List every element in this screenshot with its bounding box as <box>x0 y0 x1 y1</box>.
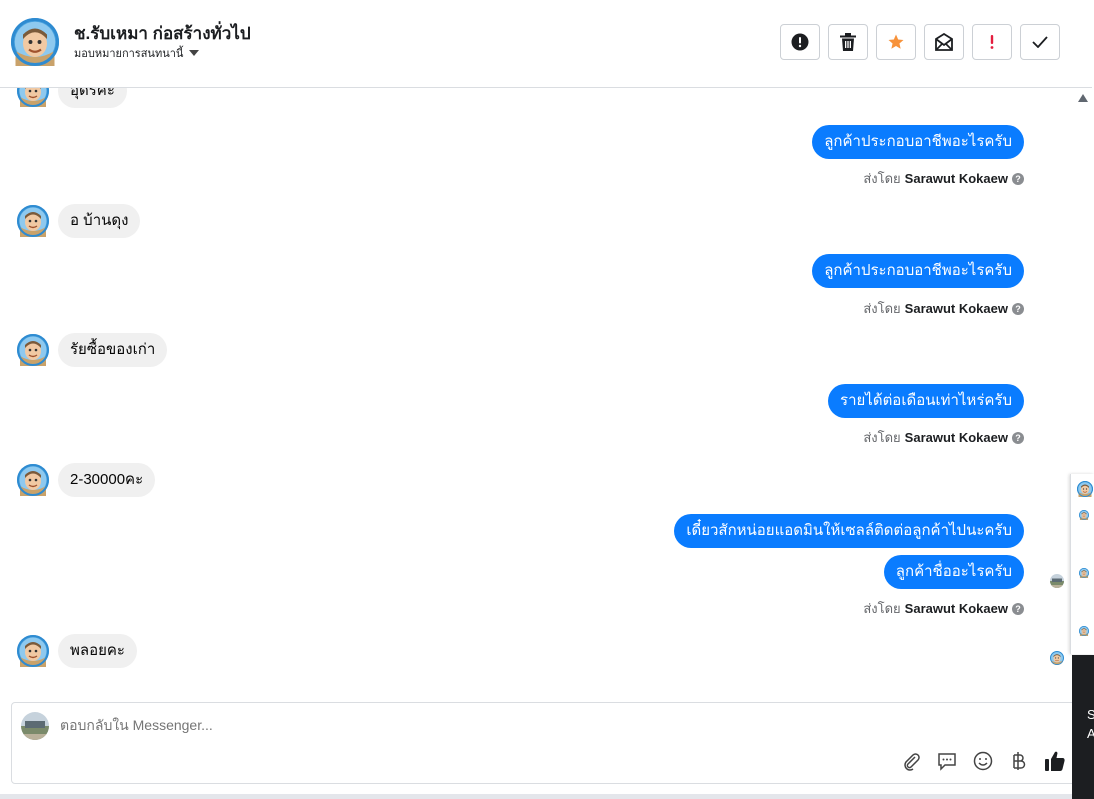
sent-by-prefix: ส่งโดย <box>863 171 901 186</box>
panel-avatar <box>1077 481 1093 497</box>
composer-actions <box>900 750 1066 772</box>
help-icon[interactable]: ? <box>1012 172 1024 185</box>
emoji-button[interactable] <box>972 750 994 772</box>
sent-by-label: ส่งโดย Sarawut Kokaew ? <box>863 298 1024 319</box>
popup-text-1: S <box>1087 707 1094 722</box>
exclamation-circle-icon <box>791 33 809 51</box>
incoming-message[interactable]: อ บ้านดุง <box>58 204 141 238</box>
sent-by-prefix: ส่งโดย <box>863 601 901 616</box>
scroll-up-arrow-icon[interactable] <box>1078 94 1088 102</box>
outgoing-message[interactable]: ลูกค้าชื่ออะไรครับ <box>883 555 1024 589</box>
help-icon[interactable]: ? <box>1012 431 1024 444</box>
emoji-icon <box>973 751 993 771</box>
panel-avatar <box>1079 626 1089 636</box>
contact-avatar-small <box>17 635 49 667</box>
contact-avatar-small <box>17 88 49 107</box>
payment-button[interactable] <box>1008 750 1030 772</box>
conversation-header: ช.รับเหมา ก่อสร้างทั่วไป มอบหมายการสนทนา… <box>0 0 1092 88</box>
delete-button[interactable] <box>828 24 868 60</box>
panel-avatar <box>1079 568 1089 578</box>
report-spam-button[interactable] <box>780 24 820 60</box>
envelope-icon <box>935 33 953 51</box>
help-icon[interactable]: ? <box>1012 602 1024 615</box>
sent-by-prefix: ส่งโดย <box>863 430 901 445</box>
caret-down-icon <box>189 50 200 56</box>
seen-avatar <box>1050 574 1064 588</box>
message-row-incoming: พลอยคะ <box>17 634 137 668</box>
like-icon <box>1045 751 1065 771</box>
like-button[interactable] <box>1044 750 1066 772</box>
sent-by-label: ส่งโดย Sarawut Kokaew ? <box>863 427 1024 448</box>
notification-popup-cropped[interactable]: S A <box>1072 655 1094 799</box>
side-panel-cropped <box>1070 474 1094 654</box>
header-toolbar <box>780 24 1060 60</box>
sent-by-label: ส่งโดย Sarawut Kokaew ? <box>863 598 1024 619</box>
help-icon[interactable]: ? <box>1012 302 1024 315</box>
check-icon <box>1032 36 1048 48</box>
incoming-message[interactable]: พลอยคะ <box>58 634 137 668</box>
trash-icon <box>840 33 856 51</box>
contact-avatar-small <box>17 205 49 237</box>
bottom-divider <box>0 794 1072 799</box>
message-row-incoming: อุดรคะ <box>17 88 127 108</box>
sent-by-agent[interactable]: Sarawut Kokaew <box>905 601 1008 616</box>
popup-text-2: A <box>1087 726 1094 741</box>
star-button[interactable] <box>876 24 916 60</box>
message-row-incoming: 2-30000คะ <box>17 463 156 497</box>
contact-name[interactable]: ช.รับเหมา ก่อสร้างทั่วไป <box>74 20 251 47</box>
sent-by-prefix: ส่งโดย <box>863 301 901 316</box>
assign-label: มอบหมายการสนทนานี้ <box>74 48 184 60</box>
outgoing-message[interactable]: ลูกค้าประกอบอาชีพอะไรครับ <box>812 254 1024 288</box>
star-icon <box>888 34 904 49</box>
message-row-incoming: รัยซื้อของเก่า <box>17 333 168 367</box>
attach-button[interactable] <box>900 750 922 772</box>
reply-input[interactable] <box>60 717 660 733</box>
exclamation-icon <box>990 35 994 49</box>
sent-by-agent[interactable]: Sarawut Kokaew <box>905 301 1008 316</box>
contact-avatar[interactable] <box>11 18 59 66</box>
sent-by-agent[interactable]: Sarawut Kokaew <box>905 171 1008 186</box>
outgoing-message[interactable]: เดี๋ยวสักหน่อยแอดมินให้เซลล์ติดต่อลูกค้า… <box>674 514 1024 548</box>
mark-unread-button[interactable] <box>924 24 964 60</box>
reply-composer <box>11 702 1081 784</box>
sent-by-label: ส่งโดย Sarawut Kokaew ? <box>863 168 1024 189</box>
messenger-conversation: ช.รับเหมา ก่อสร้างทั่วไป มอบหมายการสนทนา… <box>0 0 1094 799</box>
message-thread[interactable]: อุดรคะ ลูกค้าประกอบอาชีพอะไรครับ ส่งโดย … <box>0 88 1070 700</box>
contact-avatar-small <box>17 464 49 496</box>
saved-reply-icon <box>938 753 956 771</box>
incoming-message[interactable]: อุดรคะ <box>58 88 127 108</box>
mark-done-button[interactable] <box>1020 24 1060 60</box>
sent-by-agent[interactable]: Sarawut Kokaew <box>905 430 1008 445</box>
follow-up-button[interactable] <box>972 24 1012 60</box>
message-row-incoming: อ บ้านดุง <box>17 204 141 238</box>
paperclip-icon <box>904 753 920 771</box>
contact-avatar-small <box>17 334 49 366</box>
assign-conversation-dropdown[interactable]: มอบหมายการสนทนานี้ <box>74 44 200 62</box>
panel-avatar <box>1079 510 1089 520</box>
incoming-message[interactable]: 2-30000คะ <box>58 463 156 497</box>
seen-contact-avatar <box>1050 651 1064 665</box>
incoming-message[interactable]: รัยซื้อของเก่า <box>58 333 168 367</box>
baht-icon <box>1013 752 1026 770</box>
page-avatar <box>21 712 49 740</box>
outgoing-message[interactable]: รายได้ต่อเดือนเท่าไหร่ครับ <box>828 384 1024 418</box>
saved-replies-button[interactable] <box>936 750 958 772</box>
outgoing-message[interactable]: ลูกค้าประกอบอาชีพอะไรครับ <box>812 125 1024 159</box>
